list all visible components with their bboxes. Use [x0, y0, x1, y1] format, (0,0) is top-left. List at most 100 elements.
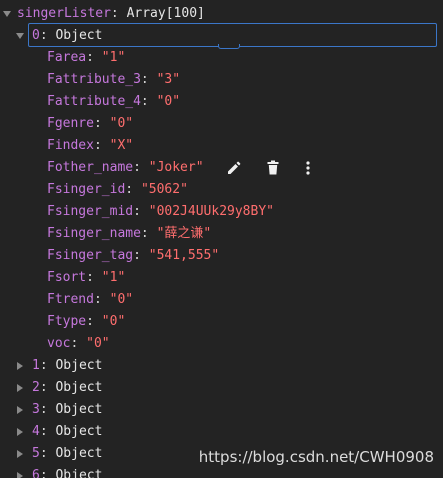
item-separator: :: [39, 468, 56, 478]
property-label: voc: "0": [47, 333, 110, 355]
property-key: Ftrend: [47, 292, 94, 307]
collapse-arrow-icon[interactable]: [17, 406, 23, 414]
property-separator: :: [93, 116, 110, 131]
expand-arrow-icon[interactable]: [3, 11, 11, 17]
item-0-label: 0: Object: [32, 25, 102, 47]
collapse-arrow-icon[interactable]: [17, 384, 23, 392]
property-label: Fsinger_tag: "541,555": [47, 245, 219, 267]
collapse-arrow-icon[interactable]: [17, 472, 23, 478]
item-key: 6: [32, 468, 40, 478]
property-key: Fsinger_tag: [47, 248, 134, 263]
item-label: 4: Object: [32, 421, 102, 443]
root-node-label: singerLister: Array[100]: [17, 3, 205, 25]
property-value: "5062": [140, 182, 188, 197]
item-label: 2: Object: [32, 377, 102, 399]
property-value: "0": [109, 292, 134, 307]
edit-icon[interactable]: [225, 159, 243, 177]
item-key: 1: [32, 358, 40, 373]
item-separator: :: [39, 380, 56, 395]
property-label: Fattribute_4: "0": [47, 91, 180, 113]
property-separator: :: [86, 50, 102, 65]
property-separator: :: [140, 94, 157, 109]
property-key: Fother_name: [47, 160, 134, 175]
property-key: Findex: [47, 138, 94, 153]
property-label: Fattribute_3: "3": [47, 69, 180, 91]
property-value: "3": [156, 72, 181, 87]
property-value: "X": [109, 138, 134, 153]
property-separator: :: [133, 160, 149, 175]
item-0-type: Object: [55, 28, 103, 43]
property-value: "0": [156, 94, 181, 109]
property-separator: :: [86, 314, 102, 329]
item-separator: :: [39, 358, 56, 373]
collapse-arrow-icon[interactable]: [17, 362, 23, 370]
property-separator: :: [133, 248, 149, 263]
property-separator: :: [86, 270, 102, 285]
item-type: Object: [55, 468, 103, 478]
property-value: "薛之谦": [156, 226, 212, 241]
property-separator: :: [140, 226, 157, 241]
root-type: Array[100]: [126, 6, 205, 21]
item-key: 2: [32, 380, 40, 395]
property-key: Farea: [47, 50, 87, 65]
item-type: Object: [55, 446, 103, 461]
item-label: 6: Object: [32, 465, 102, 478]
property-separator: :: [70, 336, 87, 351]
property-label: Fsinger_mid: "002J4UUk29y8BY": [47, 201, 274, 223]
delete-icon[interactable]: [264, 159, 282, 177]
item-key: 3: [32, 402, 40, 417]
item-0-key: 0: [32, 28, 40, 43]
item-type: Object: [55, 358, 103, 373]
property-value: "1": [101, 50, 126, 65]
property-separator: :: [93, 292, 110, 307]
property-label: Fsort: "1": [47, 267, 125, 289]
property-value: "0": [86, 336, 110, 351]
property-key: Fsinger_mid: [47, 204, 134, 219]
property-value: "0": [101, 314, 126, 329]
item-separator: :: [39, 402, 56, 417]
property-value: "541,555": [148, 248, 220, 263]
item-separator: :: [39, 424, 56, 439]
item-label: 3: Object: [32, 399, 102, 421]
item-label: 1: Object: [32, 355, 102, 377]
expand-arrow-icon[interactable]: [16, 33, 24, 39]
property-key: Fattribute_4: [47, 94, 141, 109]
property-label: Fother_name: "Joker": [47, 157, 204, 179]
focus-outline-tab: [218, 44, 240, 49]
property-value: "0": [109, 116, 134, 131]
property-key: Ftype: [47, 314, 87, 329]
watermark-text: https://blog.csdn.net/CWH0908: [198, 448, 434, 466]
property-label: Ftrend: "0": [47, 289, 133, 311]
property-label: Ftype: "0": [47, 311, 125, 333]
property-label: Fgenre: "0": [47, 113, 133, 135]
property-value: "002J4UUk29y8BY": [148, 204, 274, 219]
collapse-arrow-icon[interactable]: [17, 428, 23, 436]
more-icon[interactable]: [299, 159, 317, 177]
property-separator: :: [125, 182, 141, 197]
item-type: Object: [55, 380, 103, 395]
item-type: Object: [55, 402, 103, 417]
property-key: Fsort: [47, 270, 87, 285]
item-0-separator: :: [39, 28, 56, 43]
root-separator: :: [110, 6, 127, 21]
property-separator: :: [93, 138, 110, 153]
root-key: singerLister: [17, 6, 111, 21]
collapse-arrow-icon[interactable]: [17, 450, 23, 458]
property-key: Fattribute_3: [47, 72, 141, 87]
property-key: voc: [47, 336, 71, 351]
property-label: Fsinger_id: "5062": [47, 179, 188, 201]
property-key: Fsinger_id: [47, 182, 126, 197]
property-separator: :: [133, 204, 149, 219]
property-key: Fsinger_name: [47, 226, 141, 241]
property-label: Fsinger_name: "薛之谦": [47, 223, 211, 245]
item-key: 5: [32, 446, 40, 461]
item-label: 5: Object: [32, 443, 102, 465]
item-key: 4: [32, 424, 40, 439]
property-value: "1": [101, 270, 126, 285]
property-key: Fgenre: [47, 116, 94, 131]
property-value: "Joker": [148, 160, 204, 175]
property-label: Findex: "X": [47, 135, 133, 157]
item-type: Object: [55, 424, 103, 439]
property-separator: :: [140, 72, 157, 87]
property-label: Farea: "1": [47, 47, 125, 69]
